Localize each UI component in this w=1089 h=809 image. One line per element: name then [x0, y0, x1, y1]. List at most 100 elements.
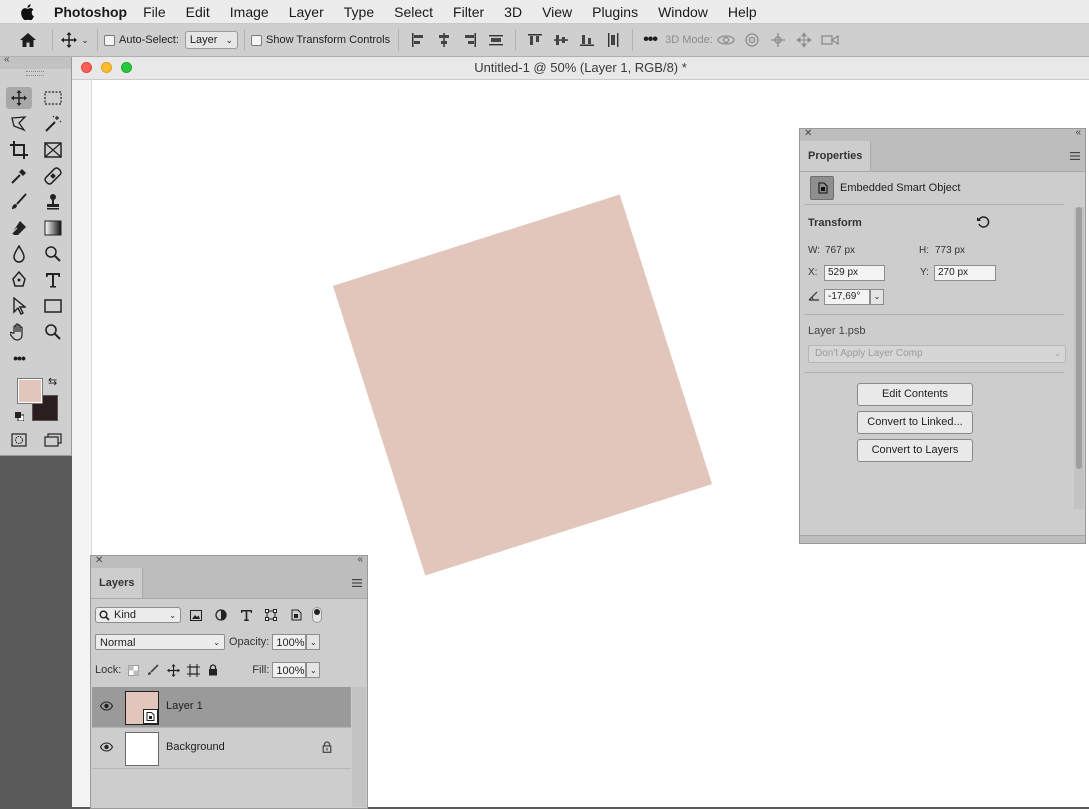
align-vertical-center-icon[interactable] — [548, 33, 574, 47]
opacity-dropdown[interactable]: ⌄ — [306, 634, 321, 650]
marquee-tool-button[interactable] — [40, 87, 66, 109]
crop-tool-button[interactable] — [6, 139, 32, 161]
menu-layer[interactable]: Layer — [289, 4, 324, 20]
tools-grip-handle[interactable] — [26, 71, 44, 76]
close-panel-icon[interactable]: ✕ — [95, 555, 103, 566]
brush-tool-button[interactable] — [6, 191, 32, 213]
close-window-button[interactable] — [81, 62, 92, 73]
layers-panel-header[interactable]: ✕ « — [91, 554, 367, 568]
filter-smart-objects-icon[interactable] — [286, 607, 306, 623]
menu-3d[interactable]: 3D — [504, 4, 522, 20]
show-transform-checkbox[interactable] — [251, 34, 262, 46]
minimize-window-button[interactable] — [101, 62, 112, 73]
angle-field[interactable]: -17,69° — [824, 289, 870, 305]
type-tool-button[interactable] — [40, 269, 66, 291]
visibility-eye-icon[interactable] — [99, 700, 114, 714]
layer-thumbnail[interactable] — [125, 732, 159, 766]
distribute-vertical-icon[interactable] — [600, 32, 626, 48]
fill-dropdown[interactable]: ⌄ — [306, 662, 321, 678]
menu-type[interactable]: Type — [344, 4, 374, 20]
collapse-icon[interactable]: « — [4, 54, 10, 65]
move-tool-button[interactable] — [6, 87, 32, 109]
collapse-panel-icon[interactable]: « — [357, 554, 363, 565]
menu-plugins[interactable]: Plugins — [592, 4, 638, 20]
lock-image-pixels-icon[interactable] — [145, 662, 161, 678]
screen-mode-button[interactable] — [40, 429, 66, 451]
filter-pixel-layers-icon[interactable] — [186, 607, 206, 623]
auto-select-dropdown[interactable]: Layer ⌄ — [184, 31, 238, 49]
align-horizontal-center-icon[interactable] — [431, 33, 457, 47]
distribute-horizontal-icon[interactable] — [483, 33, 509, 47]
eraser-tool-button[interactable] — [6, 217, 32, 239]
visibility-eye-icon[interactable] — [99, 741, 114, 755]
auto-select-checkbox[interactable] — [104, 34, 115, 46]
edit-toolbar-button[interactable]: ••• — [6, 347, 32, 369]
frame-tool-button[interactable] — [40, 139, 66, 161]
layer-lock-icon[interactable] — [322, 741, 332, 756]
x-position-field[interactable]: 529 px — [824, 265, 885, 281]
fill-field[interactable]: 100% — [272, 662, 307, 678]
healing-brush-tool-button[interactable] — [40, 165, 66, 187]
layer-thumbnail[interactable] — [125, 691, 159, 725]
clone-stamp-tool-button[interactable] — [40, 191, 66, 213]
dodge-tool-button[interactable] — [40, 243, 66, 265]
path-selection-tool-button[interactable] — [6, 295, 32, 317]
lock-all-icon[interactable] — [205, 662, 221, 678]
menu-file[interactable]: File — [143, 4, 166, 20]
properties-scrollbar[interactable] — [1074, 207, 1084, 509]
menu-help[interactable]: Help — [728, 4, 757, 20]
opacity-field[interactable]: 100% — [272, 634, 307, 650]
edit-contents-button[interactable]: Edit Contents — [857, 383, 973, 406]
move-tool-icon[interactable] — [59, 32, 79, 48]
default-colors-icon[interactable] — [15, 410, 25, 422]
hand-tool-button[interactable] — [6, 321, 32, 343]
blend-mode-dropdown[interactable]: Normal ⌄ — [95, 634, 225, 650]
quick-mask-button[interactable] — [6, 429, 32, 451]
apple-logo-icon[interactable] — [20, 3, 35, 20]
align-right-icon[interactable] — [457, 33, 483, 47]
menu-view[interactable]: View — [542, 4, 572, 20]
scrollbar-thumb[interactable] — [1076, 207, 1082, 469]
lasso-tool-button[interactable] — [6, 113, 32, 135]
lock-artboard-icon[interactable] — [185, 662, 201, 678]
menu-app-photoshop[interactable]: Photoshop — [54, 4, 127, 20]
home-icon[interactable] — [18, 32, 38, 48]
layer-name[interactable]: Layer 1 — [166, 700, 203, 712]
properties-panel-header[interactable]: ✕ « — [800, 127, 1085, 141]
convert-to-linked-button[interactable]: Convert to Linked... — [857, 411, 973, 434]
collapse-panel-icon[interactable]: « — [1075, 127, 1081, 138]
menu-edit[interactable]: Edit — [186, 4, 210, 20]
filter-toggle-switch[interactable] — [312, 607, 322, 623]
menu-filter[interactable]: Filter — [453, 4, 484, 20]
filter-shape-layers-icon[interactable] — [261, 607, 281, 623]
tab-properties[interactable]: Properties — [800, 141, 872, 171]
filter-type-layers-icon[interactable] — [236, 607, 256, 623]
zoom-tool-button[interactable] — [40, 321, 66, 343]
panel-menu-icon[interactable] — [352, 579, 362, 587]
panel-menu-icon[interactable] — [1070, 152, 1080, 160]
filter-kind-dropdown[interactable]: Kind ⌄ — [95, 607, 181, 623]
tool-preset-chevron-icon[interactable]: ⌄ — [79, 35, 91, 46]
swap-colors-icon[interactable]: ⇆ — [48, 375, 57, 388]
layer-name[interactable]: Background — [166, 741, 225, 753]
blur-tool-button[interactable] — [6, 243, 32, 265]
panel-resize-handle[interactable] — [800, 535, 1085, 543]
align-left-icon[interactable] — [405, 33, 431, 47]
eyedropper-tool-button[interactable] — [6, 165, 32, 187]
foreground-color-swatch[interactable] — [17, 378, 43, 404]
angle-dropdown[interactable]: ⌄ — [870, 289, 884, 305]
zoom-window-button[interactable] — [121, 62, 132, 73]
menu-window[interactable]: Window — [658, 4, 708, 20]
gradient-tool-button[interactable] — [40, 217, 66, 239]
align-top-icon[interactable] — [522, 33, 548, 47]
pen-tool-button[interactable] — [6, 269, 32, 291]
menu-select[interactable]: Select — [394, 4, 433, 20]
layer-row-layer-1[interactable]: Layer 1 — [92, 687, 351, 728]
more-options-icon[interactable]: ••• — [639, 31, 661, 49]
layers-scrollbar[interactable] — [352, 687, 366, 807]
lock-position-icon[interactable] — [165, 662, 181, 678]
tools-panel-header[interactable]: « — [0, 54, 71, 69]
menu-image[interactable]: Image — [230, 4, 269, 20]
rectangle-tool-button[interactable] — [40, 295, 66, 317]
layer-row-background[interactable]: Background — [92, 728, 351, 769]
